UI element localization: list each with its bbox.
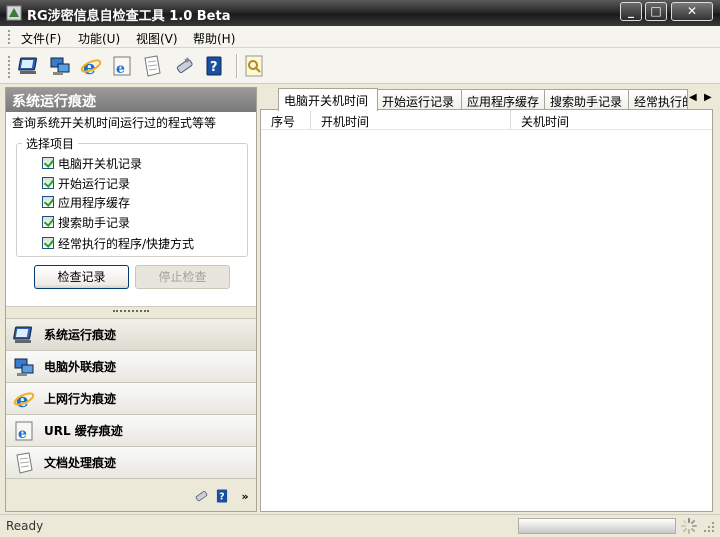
svg-text:?: ? <box>219 492 224 503</box>
menu-view[interactable]: 视图(V) <box>136 30 178 47</box>
status-bar: Ready <box>0 514 720 537</box>
toolbar-network-button[interactable] <box>48 54 72 78</box>
checkbox-label: 搜索助手记录 <box>58 215 131 230</box>
tab-strip: 开始运行记录 应用程序缓存 搜索助手记录 经常执行的 电脑开关机时间 ◀ ▶ <box>268 88 720 111</box>
title-bar[interactable]: RG涉密信息自检查工具 1.0 Beta _ □ ✕ <box>0 0 720 26</box>
checkbox-app-cache[interactable]: 应用程序缓存 <box>42 194 130 210</box>
svg-text:?: ? <box>210 60 218 75</box>
toolbar-url-button[interactable]: e <box>110 54 134 78</box>
panel-header: 系统运行痕迹 <box>6 88 256 112</box>
checkbox-box[interactable] <box>42 196 54 208</box>
chevron-more-icon[interactable]: » <box>236 487 254 505</box>
url-cache-icon: e <box>113 56 131 77</box>
window-title: RG涉密信息自检查工具 1.0 Beta <box>27 9 231 24</box>
network-pc-icon <box>50 57 70 75</box>
checkbox-frequent-programs[interactable]: 经常执行的程序/快捷方式 <box>42 235 194 251</box>
document-icon <box>16 451 33 474</box>
toolbar-usb-button[interactable] <box>172 54 196 78</box>
records-table[interactable]: 序号 开机时间 关机时间 <box>260 109 713 512</box>
splitter-grip <box>113 310 149 313</box>
close-button[interactable]: ✕ <box>671 2 713 21</box>
nav-internet-behavior[interactable]: e 上网行为痕迹 <box>6 382 256 414</box>
help-icon: ? <box>216 489 228 503</box>
column-header-boot-time[interactable]: 开机时间 <box>311 110 511 130</box>
nav-document-processing[interactable]: 文档处理痕迹 <box>6 446 256 478</box>
menu-bar: 文件(F) 功能(U) 视图(V) 帮助(H) <box>0 26 720 48</box>
svg-text:e: e <box>18 426 27 442</box>
checkbox-label: 开始运行记录 <box>58 176 131 191</box>
tab-scroll-left-icon[interactable]: ◀ <box>689 92 699 104</box>
app-icon <box>6 5 22 21</box>
checkbox-box[interactable] <box>42 177 54 189</box>
monitor-icon <box>13 326 32 343</box>
group-label: 选择项目 <box>22 135 79 152</box>
nav-label: 文档处理痕迹 <box>44 456 117 470</box>
main-window: RG涉密信息自检查工具 1.0 Beta _ □ ✕ 文件(F) 功能(U) 视… <box>0 0 720 537</box>
svg-text:e: e <box>116 61 125 77</box>
left-panel: 系统运行痕迹 查询系统开关机时间运行过的程式等等 选择项目 电脑开关机记录 开始… <box>5 87 257 512</box>
nav-footer: ? » <box>6 478 256 511</box>
help-icon: ? <box>206 56 222 76</box>
monitor-icon <box>18 57 37 74</box>
checkbox-power-record[interactable]: 电脑开关机记录 <box>42 155 142 171</box>
menu-function[interactable]: 功能(U) <box>78 30 120 47</box>
toolbar: e e ? <box>0 48 720 84</box>
nav-label: URL 缓存痕迹 <box>44 424 123 438</box>
checkbox-box[interactable] <box>42 237 54 249</box>
checkbox-label: 电脑开关机记录 <box>58 156 143 171</box>
footer-help-button[interactable]: ? <box>213 487 231 505</box>
menu-help[interactable]: 帮助(H) <box>193 30 235 47</box>
checkbox-label: 经常执行的程序/快捷方式 <box>58 236 195 251</box>
tab-frequent-programs[interactable]: 经常执行的 <box>628 89 688 110</box>
maximize-button[interactable]: □ <box>645 2 667 21</box>
nav-external-connections[interactable]: 电脑外联痕迹 <box>6 350 256 382</box>
nav-url-cache[interactable]: e URL 缓存痕迹 <box>6 414 256 446</box>
ie-browser-icon: e <box>13 388 35 410</box>
loading-spinner-icon <box>681 518 697 534</box>
footer-usb-button[interactable] <box>192 487 210 505</box>
checkbox-box[interactable] <box>42 157 54 169</box>
toolbar-grip <box>8 56 11 78</box>
nav-label: 系统运行痕迹 <box>44 328 117 342</box>
resize-grip-icon[interactable] <box>703 521 715 533</box>
search-file-icon <box>245 55 263 77</box>
nav-label: 电脑外联痕迹 <box>44 360 117 374</box>
menu-file[interactable]: 文件(F) <box>21 30 61 47</box>
toolbar-document-button[interactable] <box>140 54 164 78</box>
nav-system-traces[interactable]: 系统运行痕迹 <box>6 318 256 350</box>
tab-power-time[interactable]: 电脑开关机时间 <box>278 88 378 111</box>
network-pc-icon <box>14 358 34 376</box>
checkbox-run-record[interactable]: 开始运行记录 <box>42 175 130 191</box>
url-cache-icon: e <box>15 421 33 442</box>
checkbox-box[interactable] <box>42 216 54 228</box>
checkbox-search-record[interactable]: 搜索助手记录 <box>42 214 130 230</box>
tab-app-cache[interactable]: 应用程序缓存 <box>461 89 546 110</box>
ie-browser-icon: e <box>80 55 102 77</box>
toolbar-system-button[interactable] <box>17 54 41 78</box>
tab-scroll-right-icon[interactable]: ▶ <box>704 92 714 104</box>
tab-search-record[interactable]: 搜索助手记录 <box>544 89 630 110</box>
check-records-button[interactable]: 检查记录 <box>34 265 129 289</box>
panel-splitter[interactable] <box>6 306 256 318</box>
progress-bar <box>518 518 676 534</box>
column-header-shutdown-time[interactable]: 关机时间 <box>511 110 712 130</box>
status-text: Ready <box>6 519 44 533</box>
minimize-button[interactable]: _ <box>620 2 642 21</box>
stop-check-button[interactable]: 停止检查 <box>135 265 230 289</box>
panel-description: 查询系统开关机时间运行过的程式等等 <box>12 116 217 130</box>
usb-drive-icon <box>195 491 208 502</box>
column-header-index[interactable]: 序号 <box>261 110 311 130</box>
toolbar-search-button[interactable] <box>242 54 266 78</box>
toolbar-help-button[interactable]: ? <box>202 54 226 78</box>
tab-start-run-record[interactable]: 开始运行记录 <box>376 89 463 110</box>
menu-grip <box>8 30 11 44</box>
usb-drive-icon <box>176 57 193 74</box>
toolbar-separator <box>236 54 238 78</box>
toolbar-browser-button[interactable]: e <box>79 54 103 78</box>
nav-label: 上网行为痕迹 <box>44 392 117 406</box>
document-icon <box>144 55 161 77</box>
checkbox-label: 应用程序缓存 <box>58 195 131 210</box>
